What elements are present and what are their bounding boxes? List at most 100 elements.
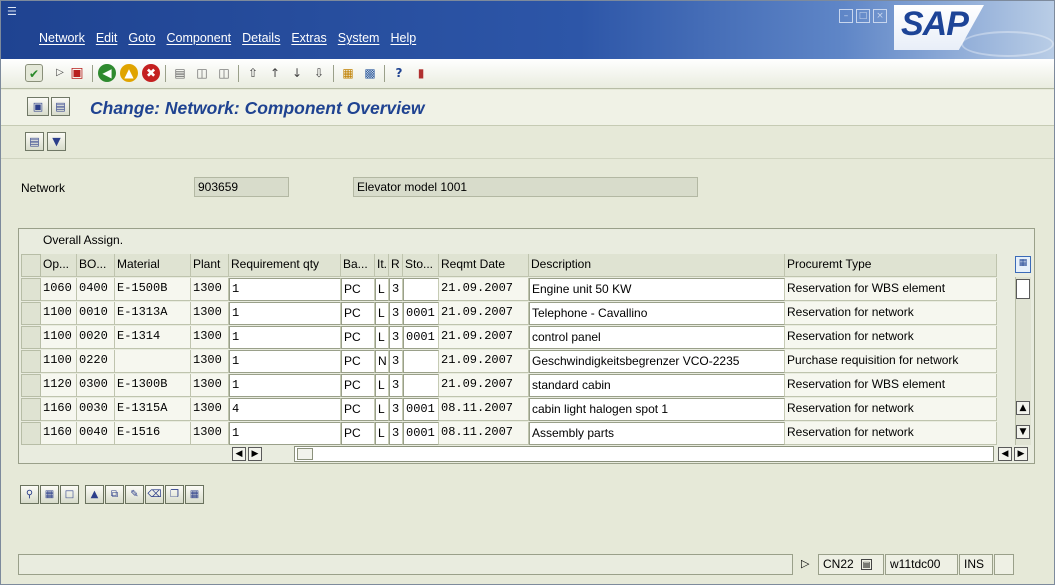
cell-procurement-type[interactable]: Purchase requisition for network xyxy=(785,350,997,373)
row-selector[interactable] xyxy=(21,374,41,397)
filter-icon[interactable]: ▼ xyxy=(47,132,66,151)
cell-storage-location[interactable] xyxy=(403,350,439,373)
cell-item-category[interactable]: L xyxy=(375,422,389,445)
enter-icon[interactable]: ✔ xyxy=(25,64,43,82)
cell-item-category[interactable]: L xyxy=(375,302,389,325)
column-header-material[interactable]: Material xyxy=(115,254,191,277)
cell-r[interactable]: 3 xyxy=(389,374,403,397)
menu-edit[interactable]: Edit xyxy=(96,31,118,45)
row-selector[interactable] xyxy=(21,422,41,445)
cell-base-unit[interactable]: PC xyxy=(341,302,375,325)
cell-base-unit[interactable]: PC xyxy=(341,398,375,421)
column-header-procurement-type[interactable]: Procuremt Type xyxy=(785,254,997,277)
cancel-icon[interactable]: ✖ xyxy=(142,64,160,82)
cell-requirement-qty[interactable]: 1 xyxy=(229,302,341,325)
cell-storage-location[interactable]: 0001 xyxy=(403,326,439,349)
bill-of-material-icon[interactable]: ▦ xyxy=(185,485,204,504)
cell-base-unit[interactable]: PC xyxy=(341,350,375,373)
menu-goto[interactable]: Goto xyxy=(128,31,155,45)
menu-help[interactable]: Help xyxy=(390,31,416,45)
previous-page-icon[interactable]: ↑ xyxy=(266,64,284,82)
cell-item-category[interactable]: L xyxy=(375,398,389,421)
layout-menu-icon[interactable]: ▮ xyxy=(412,64,430,82)
horizontal-scrollbar[interactable] xyxy=(294,446,994,462)
menu-extras[interactable]: Extras xyxy=(291,31,326,45)
print-icon[interactable]: ▤ xyxy=(171,64,189,82)
menu-component[interactable]: Component xyxy=(167,31,232,45)
cell-procurement-type[interactable]: Reservation for network xyxy=(785,326,997,349)
cell-procurement-type[interactable]: Reservation for network xyxy=(785,302,997,325)
cell-requirement-date[interactable]: 08.11.2007 xyxy=(439,422,529,445)
select-all-rows[interactable] xyxy=(21,254,41,277)
cell-procurement-type[interactable]: Reservation for WBS element xyxy=(785,374,997,397)
maximize-icon[interactable]: □ xyxy=(856,9,870,23)
column-header-plant[interactable]: Plant xyxy=(191,254,229,277)
cell-r[interactable]: 3 xyxy=(389,350,403,373)
edit-icon[interactable]: ✎ xyxy=(125,485,144,504)
minimize-icon[interactable]: – xyxy=(839,9,853,23)
last-page-icon[interactable]: ⇩ xyxy=(310,64,328,82)
scroll-right-icon[interactable]: ▶ xyxy=(248,447,262,461)
row-selector[interactable] xyxy=(21,278,41,301)
column-header-bom-item[interactable]: BO... xyxy=(77,254,115,277)
horizontal-scroll-thumb[interactable] xyxy=(297,448,313,460)
menu-network[interactable]: Network xyxy=(39,31,85,45)
copy-icon[interactable]: ⧉ xyxy=(105,485,124,504)
deselect-all-icon[interactable]: □ xyxy=(60,485,79,504)
cell-description[interactable]: Geschwindigkeitsbegrenzer VCO-2235 xyxy=(529,350,785,373)
column-header-operation[interactable]: Op... xyxy=(41,254,77,277)
status-mode[interactable]: INS xyxy=(959,554,993,575)
cell-description[interactable]: standard cabin xyxy=(529,374,785,397)
cell-requirement-date[interactable]: 21.09.2007 xyxy=(439,350,529,373)
cell-base-unit[interactable]: PC xyxy=(341,422,375,445)
row-selector[interactable] xyxy=(21,398,41,421)
shortcut-icon[interactable]: ▩ xyxy=(361,64,379,82)
delete-icon[interactable]: ⌫ xyxy=(145,485,164,504)
cell-storage-location[interactable]: 0001 xyxy=(403,302,439,325)
menu-system[interactable]: System xyxy=(338,31,380,45)
cell-base-unit[interactable]: PC xyxy=(341,326,375,349)
cell-storage-location[interactable]: 0001 xyxy=(403,398,439,421)
cell-item-category[interactable]: L xyxy=(375,278,389,301)
cell-procurement-type[interactable]: Reservation for network xyxy=(785,422,997,445)
column-header-description[interactable]: Description xyxy=(529,254,785,277)
system-menu-icon[interactable]: ☰ xyxy=(7,5,21,18)
cell-requirement-qty[interactable]: 1 xyxy=(229,422,341,445)
cell-r[interactable]: 3 xyxy=(389,398,403,421)
document-icon[interactable]: ▤ xyxy=(51,97,70,116)
cell-storage-location[interactable]: 0001 xyxy=(403,422,439,445)
command-field-arrow-icon[interactable]: ▷ xyxy=(51,64,69,82)
component-structure-icon[interactable]: ▲ xyxy=(85,485,104,504)
back-icon[interactable]: ◀ xyxy=(98,64,116,82)
cell-description[interactable]: cabin light halogen spot 1 xyxy=(529,398,785,421)
scroll-left-end-icon[interactable]: ◀ xyxy=(998,447,1012,461)
header-details-icon[interactable]: ▣ xyxy=(27,97,49,116)
scroll-thumb[interactable] xyxy=(1016,279,1030,299)
cell-description[interactable]: Assembly parts xyxy=(529,422,785,445)
column-header-requirement-date[interactable]: Reqmt Date xyxy=(439,254,529,277)
cell-description[interactable]: Engine unit 50 KW xyxy=(529,278,785,301)
cell-item-category[interactable]: N xyxy=(375,350,389,373)
find-icon[interactable]: ◫ xyxy=(193,64,211,82)
cell-requirement-date[interactable]: 08.11.2007 xyxy=(439,398,529,421)
column-header-item-category[interactable]: It. xyxy=(375,254,389,277)
cell-base-unit[interactable]: PC xyxy=(341,374,375,397)
cell-item-category[interactable]: L xyxy=(375,374,389,397)
cell-r[interactable]: 3 xyxy=(389,278,403,301)
select-all-icon[interactable]: ▦ xyxy=(40,485,59,504)
row-selector[interactable] xyxy=(21,326,41,349)
cell-procurement-type[interactable]: Reservation for WBS element xyxy=(785,278,997,301)
cell-procurement-type[interactable]: Reservation for network xyxy=(785,398,997,421)
vertical-scrollbar[interactable]: ▲ ▼ xyxy=(1015,277,1031,445)
cell-base-unit[interactable]: PC xyxy=(341,278,375,301)
cell-r[interactable]: 3 xyxy=(389,302,403,325)
column-header-requirement-qty[interactable]: Requirement qty xyxy=(229,254,341,277)
column-header-r[interactable]: R xyxy=(389,254,403,277)
cell-description[interactable]: Telephone - Cavallino xyxy=(529,302,785,325)
close-icon[interactable]: × xyxy=(873,9,887,23)
scroll-up-icon[interactable]: ▲ xyxy=(1016,401,1030,415)
help-icon[interactable]: ? xyxy=(390,64,408,82)
cell-requirement-qty[interactable]: 4 xyxy=(229,398,341,421)
cell-requirement-date[interactable]: 21.09.2007 xyxy=(439,326,529,349)
cell-r[interactable]: 3 xyxy=(389,326,403,349)
